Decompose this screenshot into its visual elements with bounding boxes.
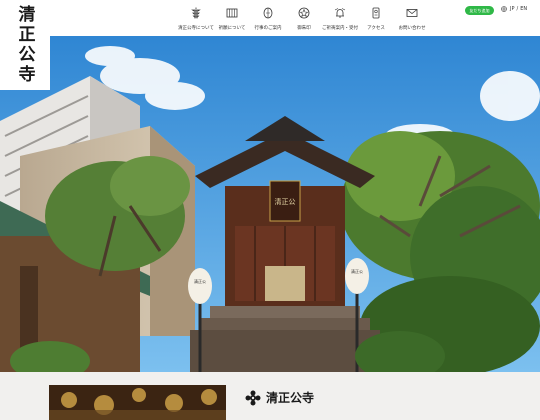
nav-label: お問い合わせ [398,26,426,31]
pagoda-icon [191,7,201,19]
nav-item-kitou[interactable]: ご祈祷案内・受付 [322,7,358,31]
mail-icon [406,9,418,17]
lantern-left-text: 清正公 [194,278,206,284]
lang-ja-link[interactable]: JP [510,6,515,12]
temple-plaque-text: 清正公 [275,197,296,206]
globe-icon [501,6,507,12]
temple-crest-icon [245,390,261,405]
nav-label: 行事のご案内 [254,26,282,31]
bell-icon [334,8,346,18]
language-switcher: JP / EN [501,6,527,12]
hero-image: 清正公 清正公 清正公 [0,36,540,372]
main-nav: 清正公寺について 祈願について 行事のご案内 御朱印 ご祈祷案内・受付 アクセス… [178,7,430,31]
lang-separator: / [516,6,519,12]
seal-icon [298,7,310,19]
intro-title-text: 清正公寺 [266,391,315,405]
nav-label: 祈願について [218,26,246,31]
nav-label: ご祈祷案内・受付 [322,26,358,31]
lang-en-link[interactable]: EN [520,6,527,12]
nav-item-prayer[interactable]: 祈願について [214,7,250,31]
nav-item-goshuin[interactable]: 御朱印 [286,7,322,31]
nav-item-contact[interactable]: お問い合わせ [394,7,430,31]
nav-label: アクセス [367,26,385,31]
nav-item-about[interactable]: 清正公寺について [178,7,214,31]
intro-title: 清正公寺 [245,389,314,406]
lantern-icon [263,7,273,19]
intro-section: 清正公寺 [0,372,540,420]
intro-thumbnail [49,385,226,420]
nav-item-access[interactable]: アクセス [358,7,394,31]
nav-label: 清正公寺について [178,26,214,31]
nav-item-events[interactable]: 行事のご案内 [250,7,286,31]
logo-text: 清正公寺 [14,5,35,85]
site-logo[interactable]: 清正公寺 [0,0,50,90]
top-header: 清正公寺について 祈願について 行事のご案内 御朱印 ご祈祷案内・受付 アクセス… [50,0,540,36]
nav-label: 御朱印 [297,26,311,31]
lantern-right-text: 清正公 [351,268,363,274]
prayer-book-icon [226,8,238,18]
line-button-label: 友だち追加 [469,7,490,13]
map-pin-icon [372,7,380,19]
line-add-friend-button[interactable]: 友だち追加 [465,6,494,15]
